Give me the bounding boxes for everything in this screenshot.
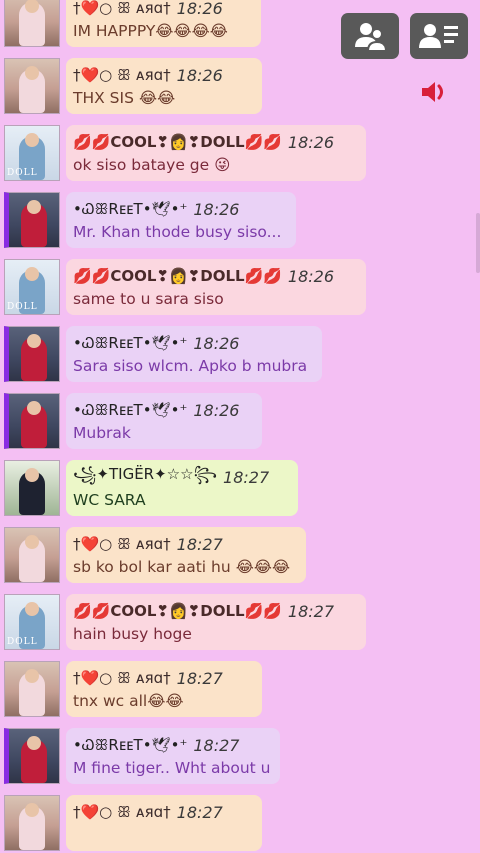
user-avatar[interactable] [4, 192, 60, 248]
username[interactable]: †❤️○ ꕥ ᴀяɑ† [73, 66, 171, 84]
message-text: THX SIS 😂😂 [73, 89, 176, 107]
username[interactable]: †❤️○ ꕥ ᴀяɑ† [73, 803, 171, 821]
message-text: IM HAPPPY😂😂😂😂 [73, 22, 228, 40]
chat-message[interactable]: †❤️○ ꕥ ᴀяɑ† 18:27 [0, 793, 480, 853]
username[interactable]: 💋💋COOL❣👩❣DOLL💋💋 [73, 267, 282, 285]
message-bubble[interactable]: †❤️○ ꕥ ᴀяɑ† 18:26 IM HAPPPY😂😂😂😂 [66, 0, 261, 47]
avatar-head [27, 334, 41, 348]
message-time: 18:27 [287, 601, 335, 621]
chat-message[interactable]: •ᏇꕥRᴇᴇT•🕊•⁺ 18:26 Sara siso wlcm. Apko b m… [0, 324, 480, 384]
username[interactable]: •ᏇꕥRᴇᴇT•🕊•⁺ [73, 736, 187, 754]
avatar-head [25, 133, 39, 147]
avatar-head [25, 267, 39, 281]
scrollbar[interactable] [476, 213, 480, 273]
message-time: 18:26 [287, 266, 335, 286]
message-bubble[interactable]: †❤️○ ꕥ ᴀяɑ† 18:27 tnx wc all😂😂 [66, 661, 262, 717]
avatar-head [25, 468, 39, 482]
message-time: 18:26 [193, 400, 240, 420]
chat-message[interactable]: †❤️○ ꕥ ᴀяɑ† 18:26 IM HAPPPY😂😂😂😂 [0, 0, 480, 49]
avatar-head [25, 669, 39, 683]
message-time: 18:26 [176, 65, 223, 85]
profile-menu-icon [419, 24, 458, 48]
username[interactable]: 💋💋COOL❣👩❣DOLL💋💋 [73, 602, 282, 620]
message-bubble[interactable]: 💋💋COOL❣👩❣DOLL💋💋 18:27 hain busy hoge [66, 594, 366, 650]
avatar-head [25, 602, 39, 616]
username[interactable]: •ᏇꕥRᴇᴇT•🕊•⁺ [73, 334, 187, 352]
user-avatar[interactable] [4, 326, 60, 382]
user-avatar[interactable] [4, 460, 60, 516]
user-avatar[interactable] [4, 728, 60, 784]
message-text: M fine tiger.. Wht about u [73, 759, 271, 777]
chat-message[interactable]: DOLL 💋💋COOL❣👩❣DOLL💋💋 18:26 same to u sara s… [0, 257, 480, 317]
message-bubble[interactable]: •ᏇꕥRᴇᴇT•🕊•⁺ 18:27 M fine tiger.. Wht about… [66, 728, 280, 784]
chat-message[interactable]: ꧁✦TIGЁR✦☆☆꧂ 18:27 WC SARA [0, 458, 480, 518]
message-bubble[interactable]: 💋💋COOL❣👩❣DOLL💋💋 18:26 same to u sara siso [66, 259, 366, 315]
message-bubble[interactable]: •ᏇꕥRᴇᴇT•🕊•⁺ 18:26 Mubrak [66, 393, 262, 449]
avatar-head [27, 736, 41, 750]
message-time: 18:26 [176, 0, 223, 18]
message-time: 18:27 [176, 668, 223, 688]
message-time: 18:27 [176, 802, 223, 822]
message-text: WC SARA [73, 491, 146, 509]
user-avatar[interactable]: DOLL [4, 125, 60, 181]
message-text: Mubrak [73, 424, 131, 442]
avatar-head [27, 401, 41, 415]
message-text: Mr. Khan thode busy siso... [73, 223, 282, 241]
message-text: ok siso bataye ge 😜 [73, 156, 231, 174]
message-bubble[interactable]: •ᏇꕥRᴇᴇT•🕊•⁺ 18:26 Sara siso wlcm. Apko b m… [66, 326, 322, 382]
speaker-icon[interactable] [420, 80, 452, 104]
users-icon [355, 23, 388, 52]
username[interactable]: 💋💋COOL❣👩❣DOLL💋💋 [73, 133, 282, 151]
chat-message[interactable]: DOLL 💋💋COOL❣👩❣DOLL💋💋 18:26 ok siso bataye g… [0, 123, 480, 183]
avatar-tag: DOLL [7, 168, 38, 178]
username[interactable]: †❤️○ ꕥ ᴀяɑ† [73, 669, 171, 687]
chat-message[interactable]: DOLL 💋💋COOL❣👩❣DOLL💋💋 18:27 hain busy hoge [0, 592, 480, 652]
message-bubble[interactable]: •ᏇꕥRᴇᴇT•🕊•⁺ 18:26 Mr. Khan thode busy siso… [66, 192, 296, 248]
chat-message[interactable]: •ᏇꕥRᴇᴇT•🕊•⁺ 18:26 Mubrak [0, 391, 480, 451]
users-button[interactable] [341, 13, 399, 59]
message-time: 18:27 [223, 467, 270, 487]
avatar-head [25, 535, 39, 549]
message-text: same to u sara siso [73, 290, 224, 308]
user-avatar[interactable] [4, 393, 60, 449]
username[interactable]: ꧁✦TIGЁR✦☆☆꧂ [73, 462, 217, 493]
message-time: 18:26 [193, 199, 240, 219]
chat-message[interactable]: •ᏇꕥRᴇᴇT•🕊•⁺ 18:27 M fine tiger.. Wht about… [0, 726, 480, 786]
message-bubble[interactable]: 💋💋COOL❣👩❣DOLL💋💋 18:26 ok siso bataye ge 😜 [66, 125, 366, 181]
message-text: hain busy hoge [73, 625, 192, 643]
username[interactable]: †❤️○ ꕥ ᴀяɑ† [73, 535, 171, 553]
message-bubble[interactable]: †❤️○ ꕥ ᴀяɑ† 18:27 [66, 795, 262, 851]
avatar-tag: DOLL [7, 302, 38, 312]
message-bubble[interactable]: †❤️○ ꕥ ᴀяɑ† 18:26 THX SIS 😂😂 [66, 58, 262, 114]
chat-message[interactable]: •ᏇꕥRᴇᴇT•🕊•⁺ 18:26 Mr. Khan thode busy siso… [0, 190, 480, 250]
user-avatar[interactable] [4, 58, 60, 114]
user-avatar[interactable] [4, 0, 60, 47]
username[interactable]: †❤️○ ꕥ ᴀяɑ† [73, 0, 171, 17]
message-text: tnx wc all😂😂 [73, 692, 184, 710]
avatar-head [25, 803, 39, 817]
chat-message[interactable]: †❤️○ ꕥ ᴀяɑ† 18:26 THX SIS 😂😂 [0, 56, 480, 116]
message-time: 18:27 [193, 735, 240, 755]
message-time: 18:26 [287, 132, 335, 152]
message-text: sb ko bol kar aati hu 😂😂😂 [73, 558, 290, 576]
avatar-head [27, 200, 41, 214]
chat-message[interactable]: †❤️○ ꕥ ᴀяɑ† 18:27 sb ko bol kar aati hu 😂😂… [0, 525, 480, 585]
user-avatar[interactable]: DOLL [4, 594, 60, 650]
chat-message[interactable]: †❤️○ ꕥ ᴀяɑ† 18:27 tnx wc all😂😂 [0, 659, 480, 719]
message-bubble[interactable]: †❤️○ ꕥ ᴀяɑ† 18:27 sb ko bol kar aati hu 😂😂… [66, 527, 306, 583]
username[interactable]: •ᏇꕥRᴇᴇT•🕊•⁺ [73, 200, 187, 218]
profile-menu-button[interactable] [410, 13, 468, 59]
user-avatar[interactable] [4, 795, 60, 851]
avatar-head [25, 66, 39, 80]
avatar-tag: DOLL [7, 637, 38, 647]
message-bubble[interactable]: ꧁✦TIGЁR✦☆☆꧂ 18:27 WC SARA [66, 460, 298, 516]
message-text: Sara siso wlcm. Apko b mubra [73, 357, 308, 375]
user-avatar[interactable] [4, 527, 60, 583]
message-time: 18:26 [193, 333, 240, 353]
user-avatar[interactable] [4, 661, 60, 717]
user-avatar[interactable]: DOLL [4, 259, 60, 315]
username[interactable]: •ᏇꕥRᴇᴇT•🕊•⁺ [73, 401, 187, 419]
message-time: 18:27 [176, 534, 223, 554]
